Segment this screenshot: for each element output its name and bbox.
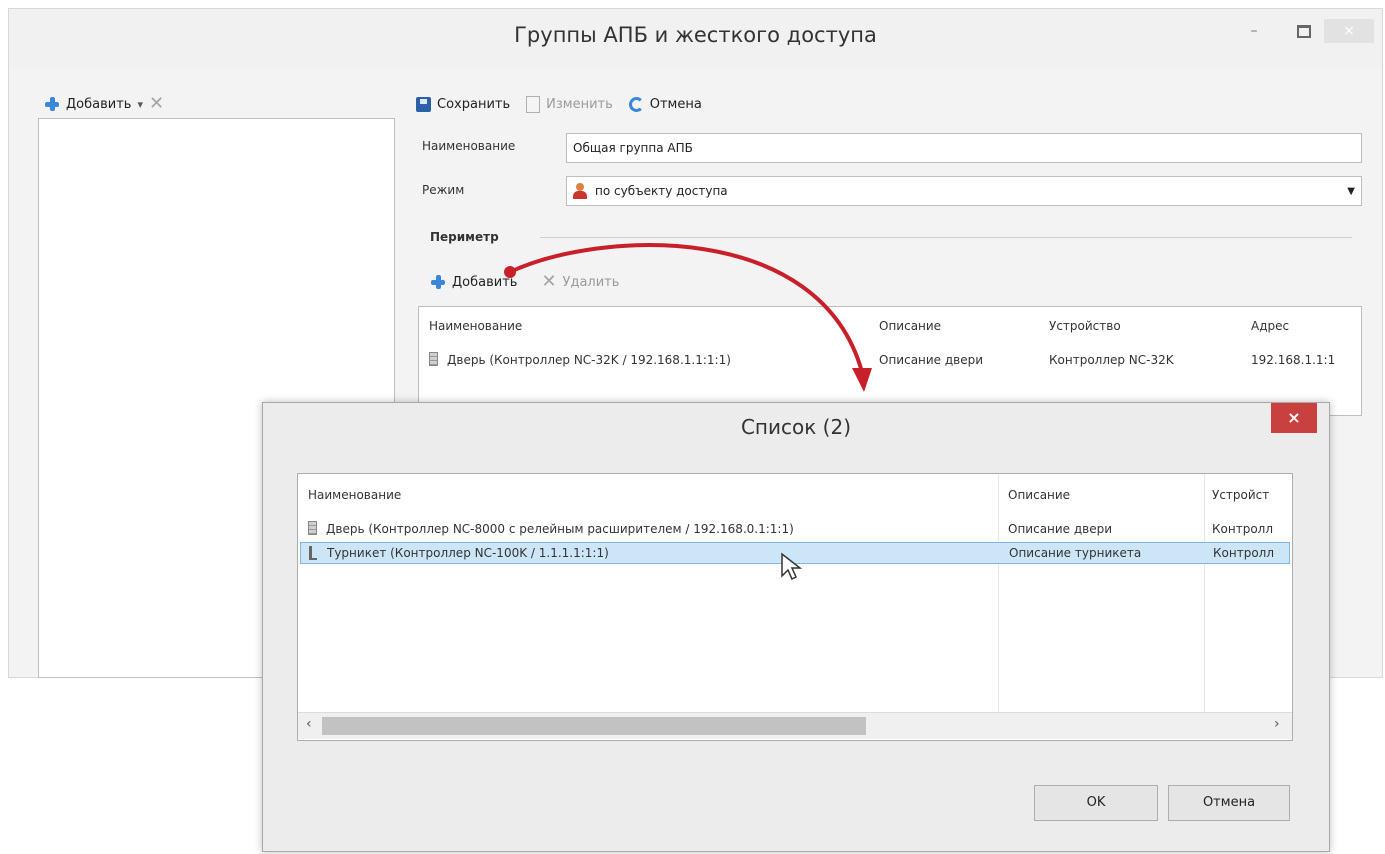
annotation-arrow <box>504 243 872 392</box>
mouse-cursor-icon <box>781 552 802 581</box>
arrow-curve <box>509 243 864 373</box>
arrow-head <box>852 368 872 392</box>
